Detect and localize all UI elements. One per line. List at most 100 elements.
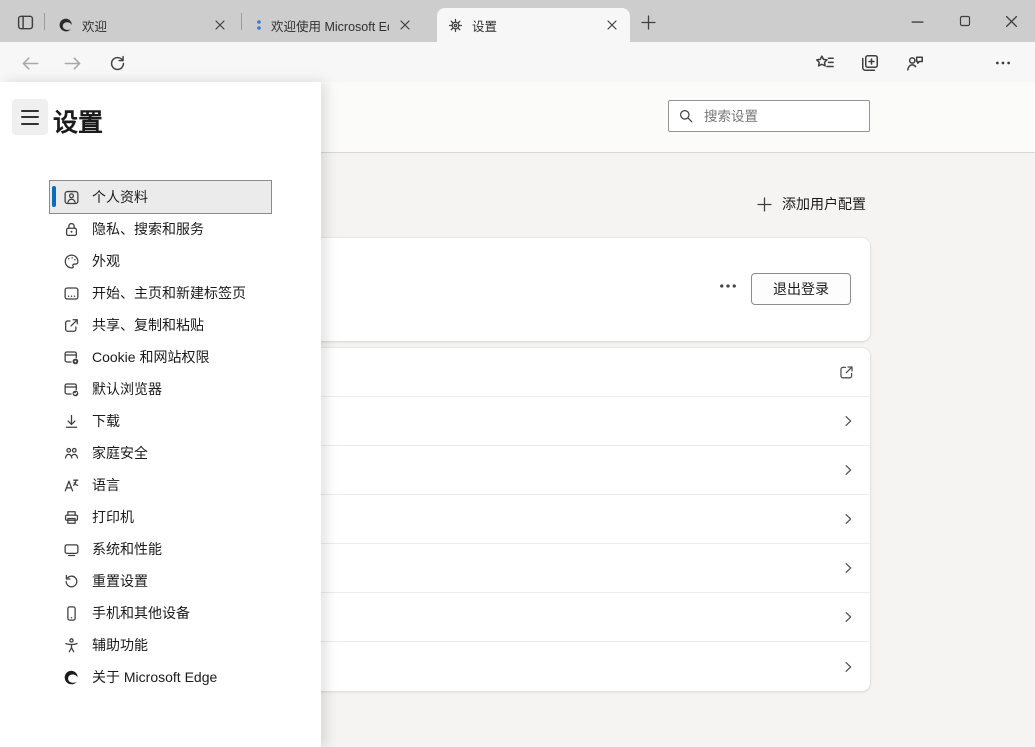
chevron-right-icon bbox=[841, 414, 855, 428]
share-copy-paste-icon bbox=[63, 317, 80, 334]
settings-row[interactable] bbox=[304, 642, 870, 691]
profile-card: 退出登录 bbox=[304, 238, 870, 341]
sidebar-item-phone-devices[interactable]: 手机和其他设备 bbox=[50, 597, 271, 629]
back-icon bbox=[21, 54, 40, 73]
sidebar-item-downloads[interactable]: 下载 bbox=[50, 405, 271, 437]
site-favicon-dots-icon bbox=[255, 18, 263, 32]
chevron-right-icon bbox=[841, 512, 855, 526]
selected-accent-bar bbox=[52, 186, 56, 207]
family-safety-icon bbox=[63, 445, 80, 462]
profile-settings-list bbox=[304, 348, 870, 691]
settings-more-button[interactable] bbox=[991, 51, 1015, 75]
sidebar-item-accessibility[interactable]: 辅助功能 bbox=[50, 629, 271, 661]
sidebar-item-printers[interactable]: 打印机 bbox=[50, 501, 271, 533]
privacy-lock-icon bbox=[63, 221, 80, 238]
add-profile-button[interactable]: 添加用户配置 bbox=[757, 194, 866, 214]
close-tab-icon[interactable] bbox=[604, 17, 620, 33]
collections-icon bbox=[860, 53, 880, 73]
page-title: 设置 bbox=[53, 103, 103, 139]
settings-rows bbox=[304, 348, 870, 691]
sidebar-item-cookies-permissions[interactable]: Cookie 和网站权限 bbox=[50, 341, 271, 373]
more-actions-button[interactable] bbox=[716, 274, 740, 298]
navigation-toolbar: Edge edge://settings/profiles bbox=[0, 42, 1035, 82]
sidebar-item-default-browser[interactable]: 默认浏览器 bbox=[50, 373, 271, 405]
sidebar-item-profiles[interactable]: 个人资料 bbox=[50, 181, 271, 213]
cookies-site-permissions-icon bbox=[63, 349, 80, 366]
feedback-button[interactable] bbox=[903, 51, 927, 75]
sidebar-item-reset-settings[interactable]: 重置设置 bbox=[50, 565, 271, 597]
settings-row[interactable] bbox=[304, 397, 870, 446]
refresh-button[interactable] bbox=[105, 51, 129, 75]
more-horizontal-icon bbox=[994, 54, 1012, 72]
downloads-icon bbox=[63, 413, 80, 430]
close-tab-icon[interactable] bbox=[397, 17, 413, 33]
tab-title: 欢迎 bbox=[82, 16, 204, 35]
settings-row[interactable] bbox=[304, 544, 870, 593]
tab-actions-menu-button[interactable] bbox=[13, 10, 37, 34]
sidebar-item-about-edge[interactable]: 关于 Microsoft Edge bbox=[50, 661, 271, 693]
maximize-icon bbox=[959, 15, 971, 27]
browser-window: 欢迎 欢迎使用 Microsoft Edg 设置 bbox=[0, 0, 1035, 747]
reset-settings-icon bbox=[63, 573, 80, 590]
settings-row[interactable] bbox=[304, 495, 870, 544]
languages-icon bbox=[63, 477, 80, 494]
sidebar-item-languages[interactable]: 语言 bbox=[50, 469, 271, 501]
start-home-newtab-icon bbox=[63, 285, 80, 302]
tab-settings[interactable]: 设置 bbox=[437, 8, 630, 42]
forward-button[interactable] bbox=[60, 51, 84, 75]
accessibility-icon bbox=[63, 637, 80, 654]
default-browser-icon bbox=[63, 381, 80, 398]
sidebar-item-family-safety[interactable]: 家庭安全 bbox=[50, 437, 271, 469]
favorites-star-list-icon bbox=[815, 53, 835, 73]
sidebar-item-system-performance[interactable]: 系统和性能 bbox=[50, 533, 271, 565]
chevron-right-icon bbox=[841, 463, 855, 477]
edge-logo-icon bbox=[58, 17, 74, 33]
sidebar-item-appearance[interactable]: 外观 bbox=[50, 245, 271, 277]
settings-menu: 个人资料 隐私、搜索和服务 外观 开始、主页 bbox=[50, 181, 271, 693]
close-window-button[interactable] bbox=[996, 8, 1026, 34]
sidebar-item-privacy[interactable]: 隐私、搜索和服务 bbox=[50, 213, 271, 245]
plus-icon bbox=[641, 15, 656, 30]
sidebar-item-start-home-newtab[interactable]: 开始、主页和新建标签页 bbox=[50, 277, 271, 309]
new-tab-button[interactable] bbox=[638, 12, 658, 32]
settings-search-input[interactable] bbox=[702, 108, 860, 125]
refresh-icon bbox=[108, 54, 127, 73]
chevron-right-icon bbox=[841, 660, 855, 674]
settings-row[interactable] bbox=[304, 446, 870, 495]
printers-icon bbox=[63, 509, 80, 526]
phone-other-devices-icon bbox=[63, 605, 80, 622]
edge-logo-icon bbox=[63, 669, 80, 686]
close-tab-icon[interactable] bbox=[212, 17, 228, 33]
chevron-right-icon bbox=[841, 610, 855, 624]
search-icon bbox=[678, 108, 694, 124]
settings-row[interactable] bbox=[304, 593, 870, 642]
favorites-button[interactable] bbox=[813, 51, 837, 75]
settings-row[interactable] bbox=[304, 348, 870, 397]
tab-welcome-edge[interactable]: 欢迎使用 Microsoft Edg bbox=[245, 8, 433, 42]
back-button[interactable] bbox=[18, 51, 42, 75]
settings-sidebar: 设置 个人资料 隐私、搜索和服务 外观 bbox=[0, 82, 321, 747]
tab-title: 欢迎使用 Microsoft Edg bbox=[271, 16, 389, 35]
more-horizontal-icon bbox=[718, 276, 738, 296]
tab-bar: 欢迎 欢迎使用 Microsoft Edg 设置 bbox=[0, 0, 1035, 42]
appearance-palette-icon bbox=[63, 253, 80, 270]
external-link-icon bbox=[838, 364, 855, 381]
minimize-button[interactable] bbox=[902, 8, 932, 34]
profile-icon bbox=[63, 189, 80, 206]
settings-search-box[interactable] bbox=[668, 100, 870, 132]
sign-out-button[interactable]: 退出登录 bbox=[751, 273, 851, 305]
add-profile-label: 添加用户配置 bbox=[782, 194, 866, 214]
sidebar-item-share-copy-paste[interactable]: 共享、复制和粘贴 bbox=[50, 309, 271, 341]
close-icon bbox=[1005, 15, 1018, 28]
tab-separator bbox=[241, 13, 242, 30]
tab-welcome[interactable]: 欢迎 bbox=[48, 8, 238, 42]
tab-separator bbox=[44, 13, 45, 30]
system-performance-icon bbox=[63, 541, 80, 558]
maximize-button[interactable] bbox=[950, 8, 980, 34]
plus-icon bbox=[757, 197, 772, 212]
tab-actions-icon bbox=[16, 13, 35, 32]
collections-button[interactable] bbox=[858, 51, 882, 75]
menu-toggle-button[interactable] bbox=[12, 99, 48, 135]
chevron-right-icon bbox=[841, 561, 855, 575]
person-chat-icon bbox=[905, 53, 925, 73]
